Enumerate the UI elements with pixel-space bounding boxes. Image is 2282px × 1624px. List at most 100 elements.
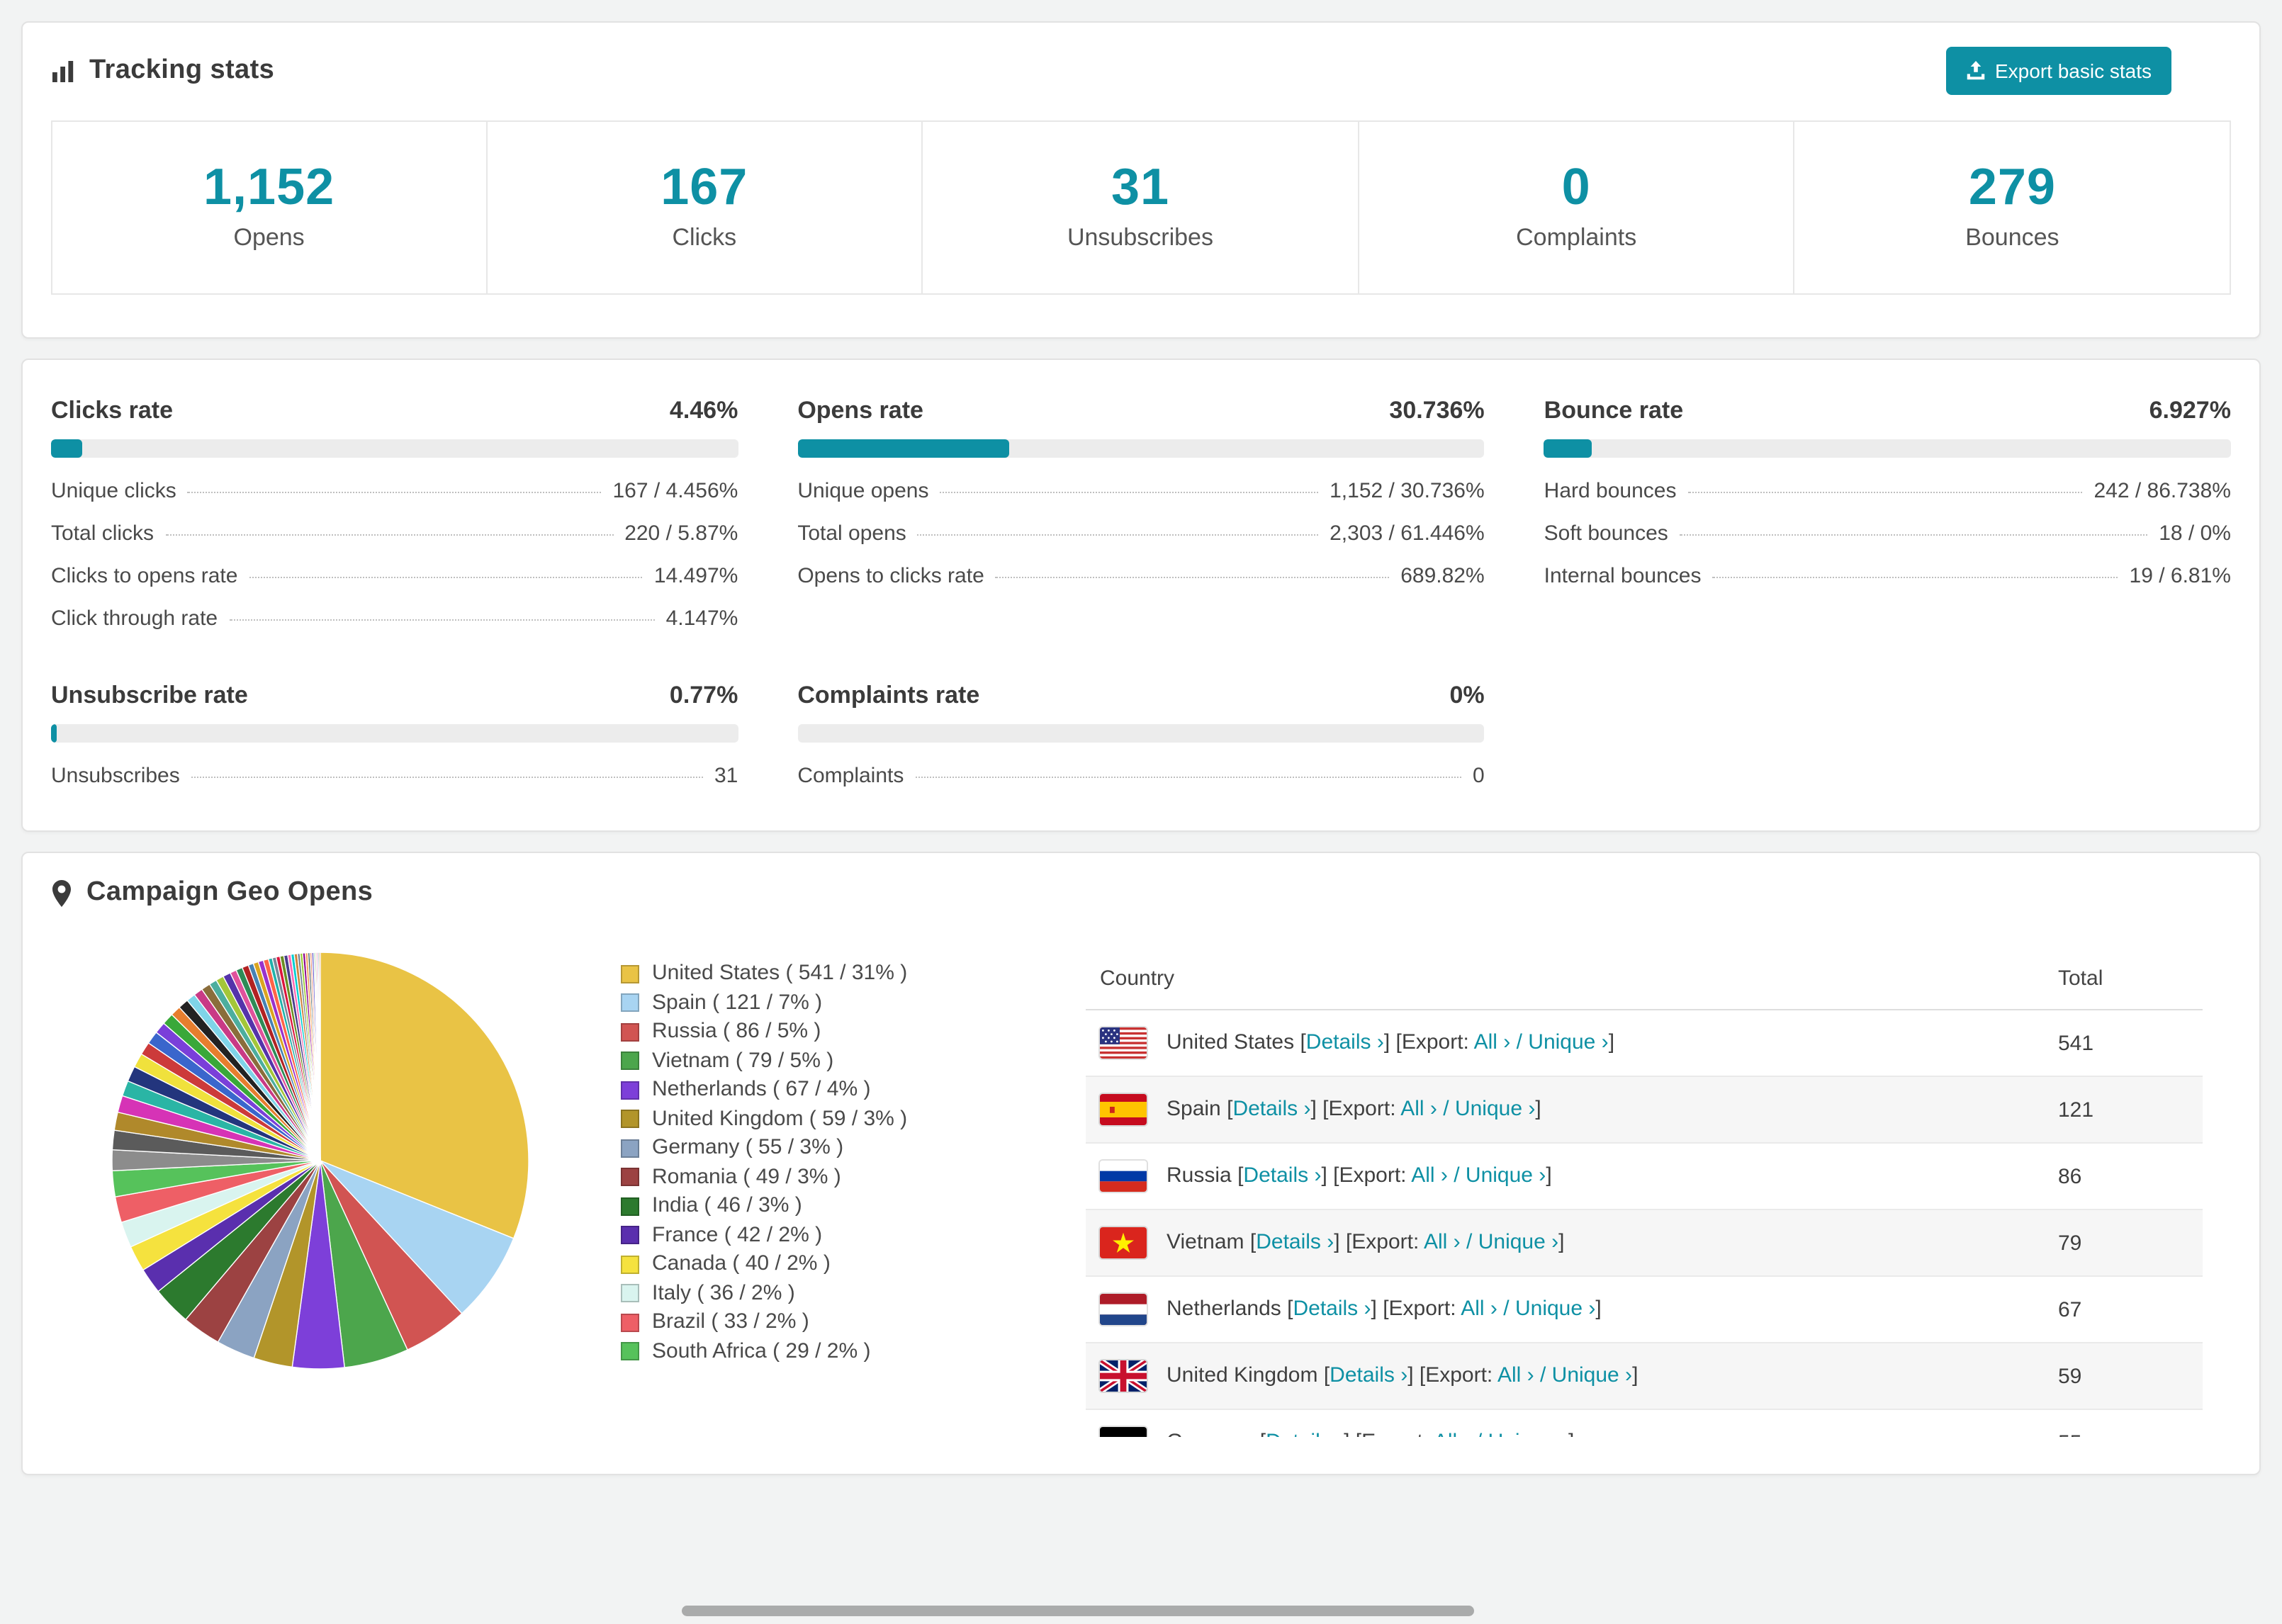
dotted-leader — [191, 777, 703, 778]
legend-item-vietnam[interactable]: Vietnam ( 79 / 5% ) — [621, 1047, 987, 1076]
export-unique-link[interactable]: Unique › — [1552, 1363, 1632, 1387]
export-unique-link[interactable]: Unique › — [1466, 1163, 1546, 1188]
rate-detail-label: Opens to clicks rate — [797, 564, 984, 588]
country-name: Netherlands — [1167, 1296, 1288, 1321]
stat-label: Unsubscribes — [1067, 224, 1213, 251]
rate-detail-label: Total clicks — [51, 521, 154, 546]
legend-item-united-kingdom[interactable]: United Kingdom ( 59 / 3% ) — [621, 1105, 987, 1134]
link-separator: / — [1460, 1229, 1478, 1254]
rate-detail-label: Unique clicks — [51, 479, 176, 503]
details-link[interactable]: Details › — [1330, 1363, 1407, 1387]
rate-title: Clicks rate — [51, 397, 173, 424]
legend-label: Italy ( 36 / 2% ) — [652, 1280, 795, 1304]
rate-detail-row: Soft bounces 18 / 0% — [1544, 521, 2231, 546]
rate-detail-row: Total opens 2,303 / 61.446% — [797, 521, 1484, 546]
export-basic-stats-button[interactable]: Export basic stats — [1945, 47, 2171, 95]
legend-label: United Kingdom ( 59 / 3% ) — [652, 1106, 908, 1130]
legend-label: South Africa ( 29 / 2% ) — [652, 1338, 871, 1363]
legend-item-brazil[interactable]: Brazil ( 33 / 2% ) — [621, 1308, 987, 1337]
geo-table-row-spain: Spain [Details ›] [Export: All › / Uniqu… — [1086, 1076, 2203, 1144]
legend-item-italy[interactable]: Italy ( 36 / 2% ) — [621, 1279, 987, 1308]
flag-germany-icon — [1100, 1427, 1147, 1437]
export-all-link[interactable]: All › — [1400, 1097, 1437, 1121]
export-unique-link[interactable]: Unique › — [1515, 1297, 1595, 1321]
export-all-link[interactable]: All › — [1424, 1230, 1461, 1254]
legend-item-india[interactable]: India ( 46 / 3% ) — [621, 1192, 987, 1221]
export-unique-link[interactable]: Unique › — [1528, 1030, 1608, 1054]
export-prefix: [Export: — [1322, 1096, 1401, 1121]
link-separator: / — [1447, 1163, 1466, 1188]
stat-label: Complaints — [1516, 224, 1637, 251]
country-name: Germany — [1167, 1430, 1260, 1437]
link-separator: / — [1437, 1096, 1455, 1121]
link-separator: / — [1471, 1430, 1488, 1437]
legend-swatch — [621, 1226, 639, 1245]
rate-detail-row: Total clicks 220 / 5.87% — [51, 521, 738, 546]
legend-item-romania[interactable]: Romania ( 49 / 3% ) — [621, 1163, 987, 1192]
export-all-link[interactable]: All › — [1434, 1430, 1471, 1437]
rate-block-complaints-rate: Complaints rate 0% Complaints 0 — [797, 682, 1485, 788]
details-link[interactable]: Details › — [1243, 1163, 1321, 1188]
legend-swatch — [621, 1342, 639, 1361]
export-all-link[interactable]: All › — [1474, 1030, 1511, 1054]
export-prefix: [Export: — [1383, 1296, 1461, 1321]
country-name: United States — [1167, 1030, 1300, 1054]
legend-item-russia[interactable]: Russia ( 86 / 5% ) — [621, 1017, 987, 1047]
details-link[interactable]: Details › — [1266, 1430, 1344, 1437]
stat-clicks: 167 Clicks — [485, 120, 923, 295]
rate-detail-label: Total opens — [797, 521, 906, 546]
legend-item-south-africa[interactable]: South Africa ( 29 / 2% ) — [621, 1337, 987, 1366]
geo-table-row-netherlands: Netherlands [Details ›] [Export: All › /… — [1086, 1276, 2203, 1343]
details-link[interactable]: Details › — [1306, 1030, 1384, 1054]
export-unique-link[interactable]: Unique › — [1478, 1230, 1558, 1254]
flag-united-kingdom-icon — [1100, 1360, 1147, 1392]
rate-percent: 30.736% — [1389, 397, 1485, 424]
legend-item-netherlands[interactable]: Netherlands ( 67 / 4% ) — [621, 1076, 987, 1105]
legend-item-united-states[interactable]: United States ( 541 / 31% ) — [621, 959, 987, 988]
legend-swatch — [621, 1197, 639, 1216]
geo-table-row-united-states: United States [Details ›] [Export: All ›… — [1086, 1010, 2203, 1077]
country-name: Vietnam — [1167, 1229, 1250, 1254]
export-all-link[interactable]: All › — [1411, 1163, 1448, 1188]
legend-item-canada[interactable]: Canada ( 40 / 2% ) — [621, 1250, 987, 1279]
rate-detail-value: 689.82% — [1400, 564, 1485, 588]
location-pin-icon — [51, 879, 72, 906]
stat-label: Bounces — [1965, 224, 2059, 251]
country-name: Spain — [1167, 1096, 1227, 1121]
legend-label: Germany ( 55 / 3% ) — [652, 1135, 844, 1159]
details-link[interactable]: Details › — [1232, 1097, 1310, 1121]
legend-swatch — [621, 1313, 639, 1332]
tracking-stats-header: Tracking stats Export basic stats — [23, 23, 2259, 115]
dotted-leader — [915, 777, 1461, 778]
rate-percent: 0.77% — [669, 682, 738, 709]
details-link[interactable]: Details › — [1256, 1230, 1334, 1254]
rate-head: Opens rate 30.736% — [797, 397, 1484, 425]
rate-percent: 6.927% — [2149, 397, 2231, 424]
flag-spain-icon — [1100, 1094, 1147, 1125]
legend-item-germany[interactable]: Germany ( 55 / 3% ) — [621, 1134, 987, 1163]
export-unique-link[interactable]: Unique › — [1455, 1097, 1535, 1121]
horizontal-scrollbar[interactable] — [682, 1606, 1474, 1616]
geo-table-container: Country Total United States [Details ›] … — [1086, 948, 2203, 1437]
dotted-leader — [229, 619, 655, 621]
stat-value: 31 — [1111, 157, 1170, 215]
country-total: 121 — [2044, 1076, 2203, 1144]
export-unique-link[interactable]: Unique › — [1488, 1430, 1568, 1437]
stat-opens: 1,152 Opens — [51, 120, 488, 295]
rate-title: Opens rate — [797, 397, 923, 424]
legend-label: Romania ( 49 / 3% ) — [652, 1164, 841, 1188]
legend-item-spain[interactable]: Spain ( 121 / 7% ) — [621, 988, 987, 1017]
details-link[interactable]: Details › — [1293, 1297, 1371, 1321]
rate-detail-value: 14.497% — [653, 564, 738, 588]
geo-opens-card: Campaign Geo Opens United States ( 541 /… — [21, 852, 2261, 1475]
export-icon — [1965, 61, 1985, 81]
stat-value: 0 — [1561, 157, 1591, 215]
geo-pie-chart — [108, 948, 533, 1373]
export-all-link[interactable]: All › — [1461, 1297, 1497, 1321]
legend-label: Russia ( 86 / 5% ) — [652, 1019, 821, 1043]
legend-item-france[interactable]: France ( 42 / 2% ) — [621, 1221, 987, 1250]
export-all-link[interactable]: All › — [1497, 1363, 1534, 1387]
country-total: 79 — [2044, 1209, 2203, 1277]
stat-value: 279 — [1968, 157, 2056, 215]
rate-block-opens-rate: Opens rate 30.736% Unique opens 1,152 / … — [797, 397, 1485, 631]
